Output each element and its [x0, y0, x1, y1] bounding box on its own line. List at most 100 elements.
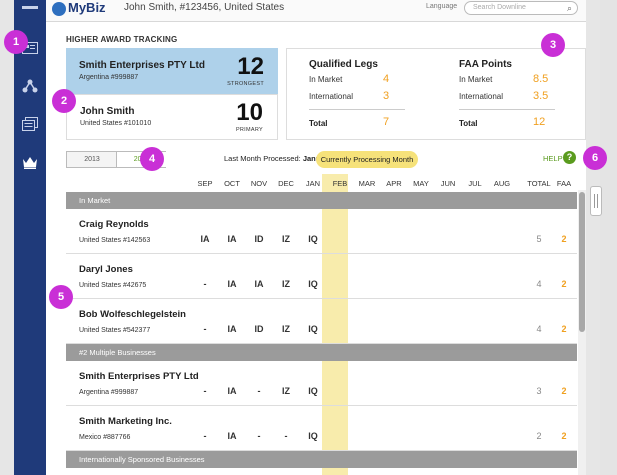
left-sidebar	[14, 0, 46, 475]
strongest-number: 12	[237, 53, 264, 80]
month-cell: IQ	[308, 279, 318, 289]
month-header-oct[interactable]: OCT	[219, 179, 245, 188]
month-cell: IA	[227, 234, 237, 244]
app-content: MyBiz John Smith, #123456, United States…	[46, 0, 586, 475]
month-cell: IQ	[308, 431, 318, 441]
primary-name: John Smith	[80, 106, 135, 117]
row-faa: 2	[561, 324, 567, 334]
row-total: 3	[536, 386, 542, 396]
year-2013-button[interactable]: 2013	[67, 152, 117, 167]
row-faa: 2	[561, 234, 567, 244]
row-faa: 2	[561, 386, 567, 396]
faa-in-market-label: In Market	[459, 75, 493, 84]
month-cell: IZ	[282, 279, 290, 289]
month-cell: -	[203, 279, 207, 289]
table-row[interactable]: Smith Marketing Inc. Mexico #887766 - IA - - I…	[66, 406, 577, 451]
faa-in-market-value: 8.5	[533, 73, 549, 85]
app-logo[interactable]: MyBiz	[68, 0, 106, 15]
current-month-pill: Currently Processing Month	[316, 151, 418, 168]
page-title: HIGHER AWARD TRACKING	[66, 35, 178, 44]
table-row[interactable]: Craig Reynolds United States #142563 IA IA I…	[66, 209, 577, 254]
month-header-may[interactable]: MAY	[408, 179, 434, 188]
table-row[interactable]: Smith Enterprises PTY Ltd Argentina #9998…	[66, 361, 577, 406]
row-sub: United States #42675	[79, 282, 147, 289]
table-row[interactable]: Bob Wolfeschlegelstein United States #542…	[66, 299, 577, 344]
row-total: 4	[536, 324, 542, 334]
logo-icon	[52, 2, 66, 16]
network-tree-icon[interactable]	[20, 76, 40, 96]
primary-leg-card[interactable]: John Smith United States #101010 10 PRIM…	[66, 94, 278, 140]
qualified-legs-panel: Qualified Legs In Market 4 International…	[286, 48, 586, 140]
current-user: John Smith, #123456, United States	[124, 2, 285, 13]
annotation-marker: 4	[140, 147, 164, 171]
legs-in-market-value: 4	[383, 73, 390, 85]
month-cell: IA	[227, 324, 237, 334]
search-input[interactable]: Search Downline ⌕	[464, 1, 578, 15]
help-icon[interactable]: ?	[563, 151, 576, 164]
row-sub: United States #142563	[79, 237, 151, 244]
faa-international-value: 3.5	[533, 90, 549, 102]
row-name: Daryl Jones	[79, 264, 133, 275]
top-bar: MyBiz John Smith, #123456, United States…	[46, 0, 586, 22]
month-header-nov[interactable]: NOV	[246, 179, 272, 188]
month-header-mar[interactable]: MAR	[354, 179, 380, 188]
row-name: Smith Enterprises PTY Ltd	[79, 371, 199, 382]
search-placeholder: Search Downline	[473, 4, 526, 11]
search-icon[interactable]: ⌕	[567, 3, 572, 14]
month-cell: IA	[227, 386, 237, 396]
row-sub: Mexico #887766	[79, 434, 131, 441]
menu-icon[interactable]	[22, 6, 38, 9]
month-header-apr[interactable]: APR	[381, 179, 407, 188]
month-header-jan[interactable]: JAN	[300, 179, 326, 188]
faa-divider	[459, 109, 555, 110]
strongest-sub: Argentina #999887	[79, 74, 139, 81]
help-link[interactable]: HELP	[543, 154, 563, 163]
month-header-jul[interactable]: JUL	[462, 179, 488, 188]
annotation-marker: 3	[541, 33, 565, 57]
month-cell: IQ	[308, 234, 318, 244]
row-faa: 2	[561, 431, 567, 441]
legs-total-label: Total	[309, 119, 328, 128]
section-header: In Market	[66, 192, 577, 209]
primary-sub: United States #101010	[80, 120, 152, 127]
month-cell: IA	[227, 279, 237, 289]
month-cell: ID	[254, 324, 264, 334]
month-header-jun[interactable]: JUN	[435, 179, 461, 188]
panel-drag-handle[interactable]	[590, 186, 602, 216]
scrollbar-thumb[interactable]	[579, 192, 585, 332]
month-header-aug[interactable]: AUG	[489, 179, 515, 188]
month-header-feb[interactable]: FEB	[327, 179, 353, 188]
faa-total-label: Total	[459, 119, 478, 128]
month-cell: -	[257, 431, 261, 441]
legs-in-market-label: In Market	[309, 75, 343, 84]
primary-number: 10	[236, 99, 263, 126]
faa-international-label: International	[459, 92, 504, 101]
annotation-marker: 2	[52, 89, 76, 113]
primary-caption: PRIMARY	[235, 127, 263, 133]
row-total: 5	[536, 234, 542, 244]
month-cell: -	[257, 386, 261, 396]
strongest-name: Smith Enterprises PTY Ltd	[79, 60, 205, 71]
month-header-dec[interactable]: DEC	[273, 179, 299, 188]
documents-icon[interactable]	[20, 114, 40, 134]
month-cell: -	[284, 431, 288, 441]
row-total: 4	[536, 279, 542, 289]
month-cell: IZ	[282, 234, 290, 244]
tracking-grid: SEP OCT NOV DEC JAN FEB MAR APR MAY JUN JUL AUG TOTA…	[66, 174, 586, 475]
strongest-caption: STRONGEST	[227, 81, 264, 87]
month-cell: IA	[200, 234, 210, 244]
section-header: Internationally Sponsored Businesses	[66, 451, 577, 468]
month-cell: ID	[254, 234, 264, 244]
qualified-legs-title: Qualified Legs	[309, 59, 378, 70]
strongest-leg-card[interactable]: Smith Enterprises PTY Ltd Argentina #999…	[66, 48, 278, 94]
row-name: Craig Reynolds	[79, 219, 149, 230]
month-cell: IA	[227, 431, 237, 441]
row-name: Bob Wolfeschlegelstein	[79, 309, 186, 320]
language-selector[interactable]: Language	[426, 3, 457, 10]
month-header-sep[interactable]: SEP	[192, 179, 218, 188]
grid-scrollbar[interactable]	[578, 190, 586, 475]
row-sub: Argentina #999887	[79, 389, 139, 396]
crown-icon[interactable]	[20, 152, 40, 172]
total-header: TOTAL	[527, 179, 551, 188]
table-row[interactable]: Daryl Jones United States #42675 - IA IA IZ IQ…	[66, 254, 577, 299]
